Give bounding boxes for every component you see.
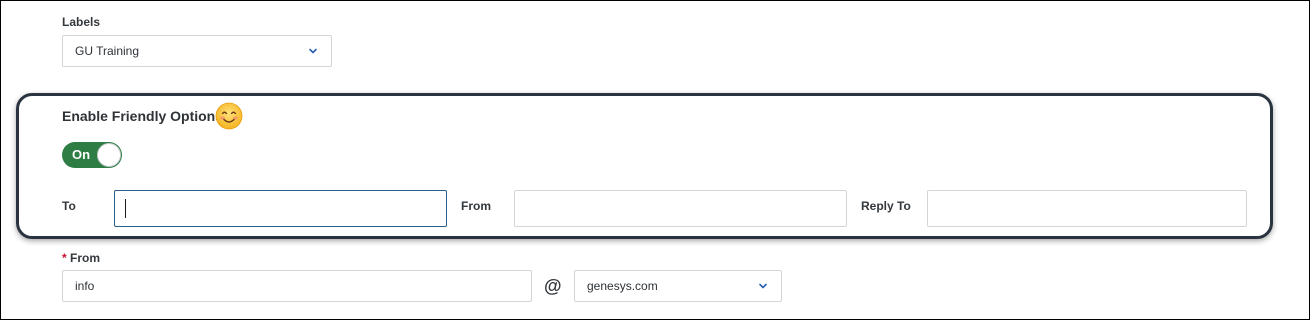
at-sign: @ <box>544 276 562 296</box>
chevron-down-icon <box>309 48 317 54</box>
friendly-options-title: Enable Friendly Options <box>62 108 224 124</box>
required-marker: * <box>62 251 67 265</box>
to-label: To <box>62 199 76 213</box>
labels-dropdown[interactable]: GU Training <box>62 35 332 67</box>
reply-to-label: Reply To <box>861 199 911 213</box>
from-friendly-label: From <box>461 199 491 213</box>
to-input[interactable] <box>114 190 447 227</box>
domain-dropdown[interactable]: genesys.com <box>574 270 782 302</box>
toggle-knob <box>97 143 121 167</box>
from-local-part-value: info <box>75 279 95 293</box>
from-local-part-input[interactable]: info <box>62 270 532 302</box>
toggle-state-label: On <box>72 147 91 162</box>
from-label-text: From <box>70 251 101 265</box>
from-friendly-input[interactable] <box>514 190 847 227</box>
labels-label: Labels <box>62 15 101 29</box>
reply-to-input[interactable] <box>927 190 1247 227</box>
labels-dropdown-value: GU Training <box>75 44 140 58</box>
chevron-down-icon <box>759 283 767 289</box>
smiling-face-icon <box>215 102 243 130</box>
domain-dropdown-value: genesys.com <box>587 279 658 293</box>
friendly-options-toggle[interactable]: On <box>62 142 122 168</box>
form-panel: Labels GU Training Enable Friendly Optio… <box>0 0 1310 320</box>
from-label: * From <box>62 251 100 265</box>
text-caret <box>125 199 126 218</box>
